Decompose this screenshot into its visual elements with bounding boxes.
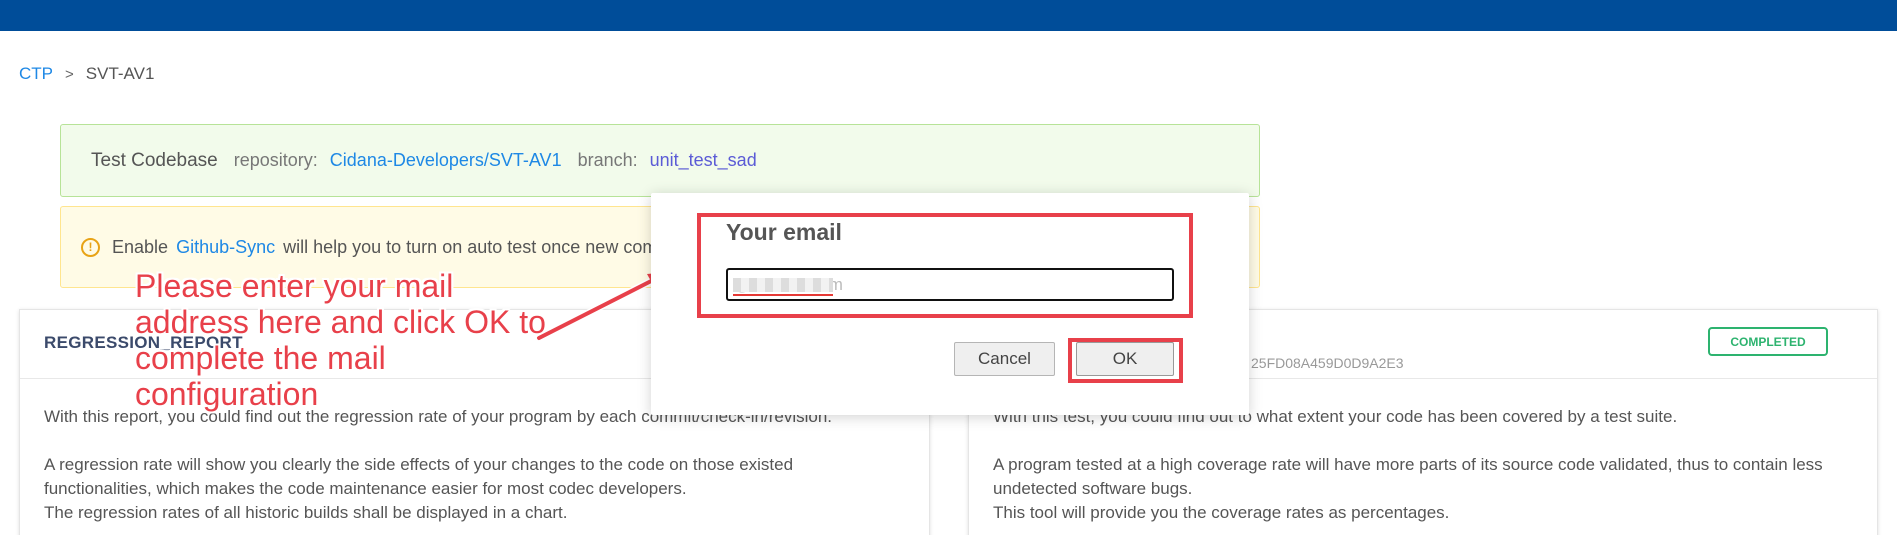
chevron-right-icon: > (65, 65, 74, 83)
ok-highlight-box (1068, 338, 1183, 383)
card-paragraph: undetected software bugs. (993, 479, 1193, 498)
build-hash: 25FD08A459D0D9A2E3 (1251, 355, 1404, 371)
card-paragraph: This tool will provide you the coverage … (993, 503, 1450, 522)
notice-prefix: Enable (112, 236, 169, 257)
card-paragraph: A regression rate will show you clearly … (44, 455, 794, 474)
status-badge: COMPLETED (1708, 327, 1828, 356)
card-paragraph: A program tested at a high coverage rate… (993, 455, 1823, 474)
codebase-title: Test Codebase (91, 149, 218, 171)
card-paragraph: The regression rates of all historic bui… (44, 503, 568, 522)
branch-link[interactable]: unit_test_sad (650, 150, 757, 171)
breadcrumb: CTP > SVT-AV1 (19, 64, 154, 84)
github-sync-link[interactable]: Github-Sync (176, 237, 275, 258)
instruction-annotation: Please enter your mail address here and … (135, 268, 546, 412)
breadcrumb-current: SVT-AV1 (85, 64, 155, 83)
cancel-button[interactable]: Cancel (954, 342, 1055, 376)
top-navbar (0, 0, 1897, 31)
info-circle-icon: ! (81, 237, 100, 257)
repository-link[interactable]: Cidana-Developers/SVT-AV1 (330, 150, 562, 171)
notice-text: will help you to turn on auto test once … (283, 236, 673, 257)
email-highlight-box (697, 213, 1193, 318)
branch-label: branch: (577, 150, 638, 170)
repository-label: repository: (233, 150, 318, 170)
test-codebase-banner: Test Codebase repository: Cidana-Develop… (60, 124, 1260, 197)
email-dialog: Your email Cancel OK (651, 193, 1249, 415)
card-paragraph: functionalities, which makes the code ma… (44, 479, 687, 498)
breadcrumb-root-link[interactable]: CTP (19, 64, 53, 84)
